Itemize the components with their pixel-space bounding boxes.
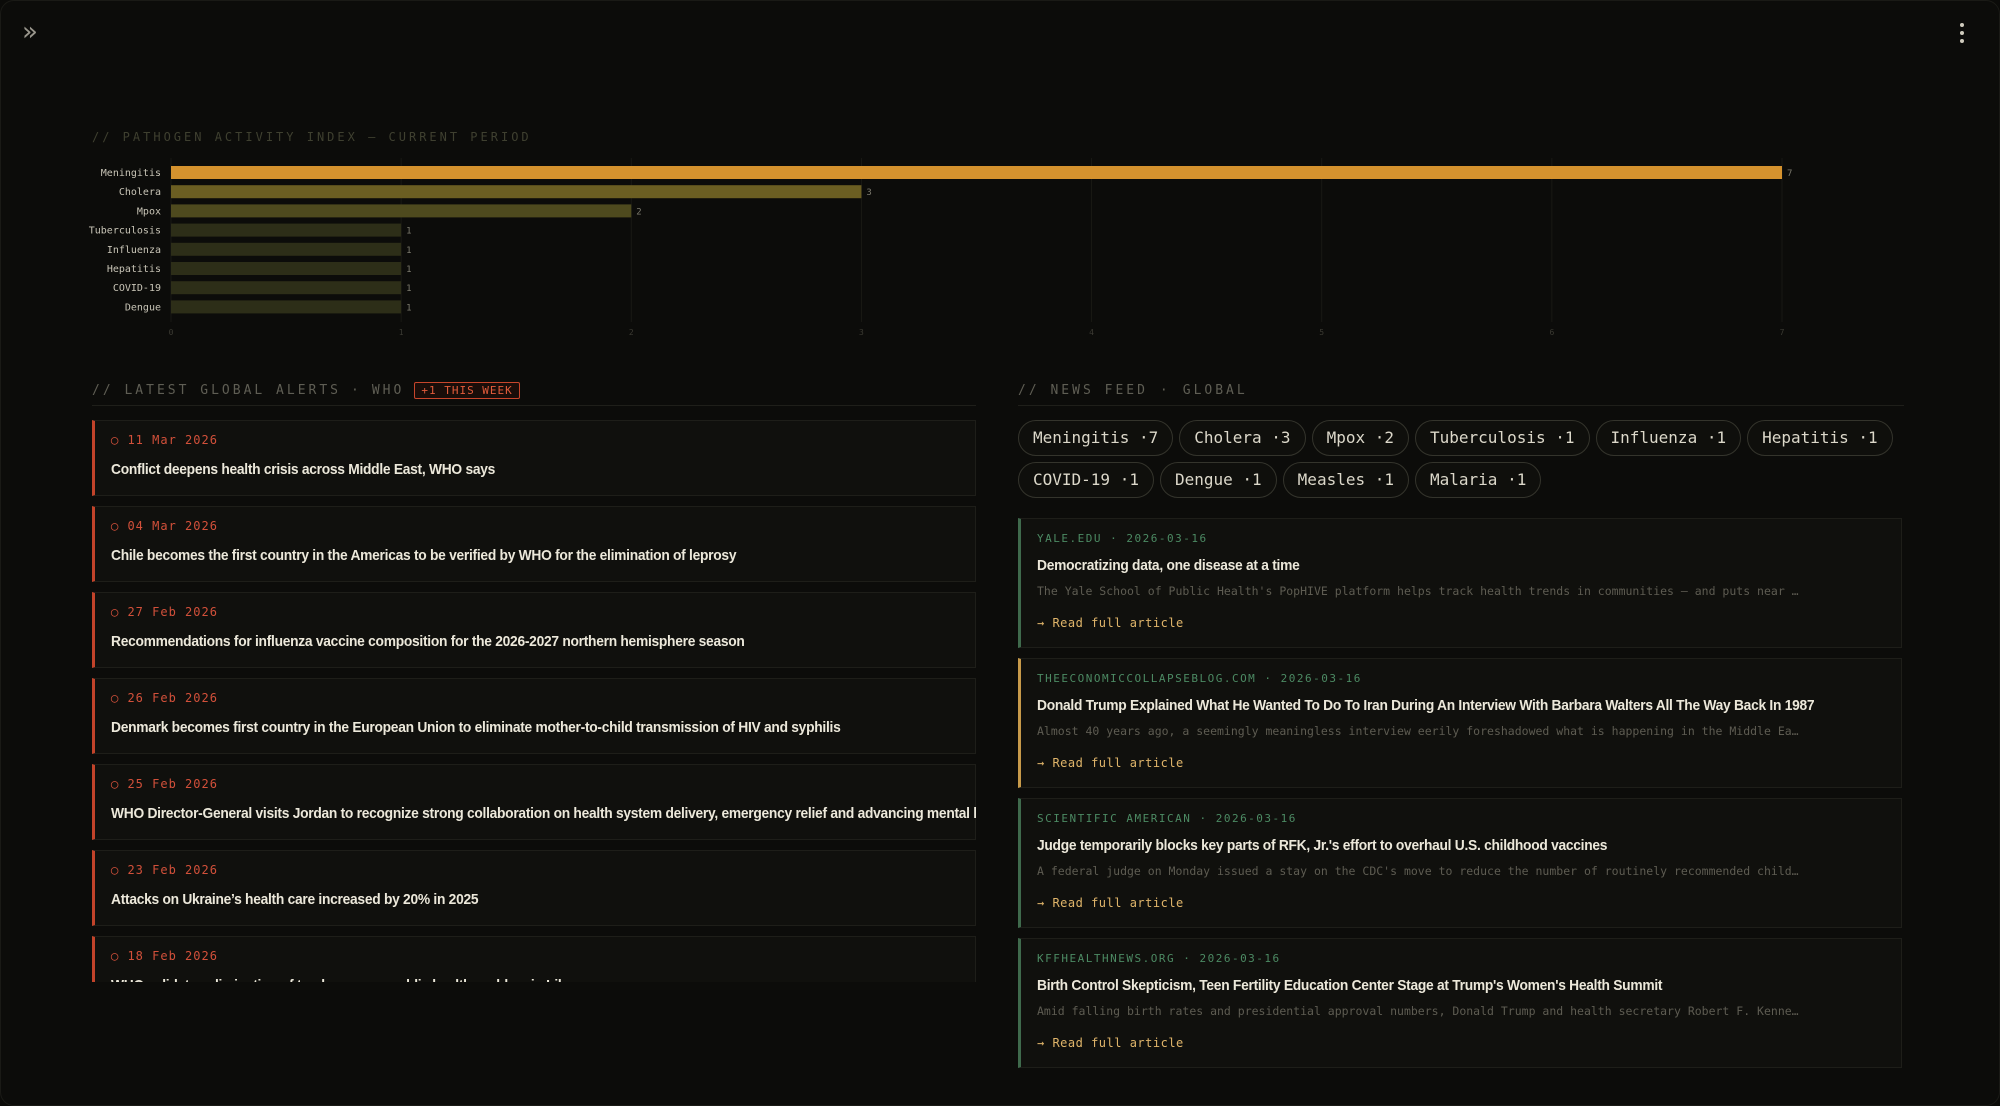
more-options-icon[interactable] — [1954, 18, 1970, 48]
alert-title[interactable]: Recommendations for influenza vaccine co… — [111, 633, 906, 650]
category-label: Hepatitis — [107, 264, 161, 275]
news-source-meta: YALE.EDU · 2026-03-16 — [1037, 532, 1208, 545]
new-alerts-badge: +1 THIS WEEK — [414, 382, 520, 399]
read-full-article-link[interactable]: → Read full article — [1037, 1036, 1184, 1050]
x-tick-label: 1 — [399, 328, 404, 337]
read-full-article-link[interactable]: → Read full article — [1037, 756, 1184, 770]
bar-value-label: 3 — [866, 188, 871, 198]
alert-title[interactable]: WHO Director-General visits Jordan to re… — [111, 805, 976, 822]
category-label: Dengue — [125, 302, 161, 313]
news-summary: A federal judge on Monday issued a stay … — [1037, 864, 1803, 878]
category-label: Tuberculosis — [89, 226, 161, 237]
bar — [171, 242, 402, 256]
news-separator: · — [1159, 383, 1171, 398]
category-label: Mpox — [137, 206, 161, 217]
x-tick-label: 3 — [859, 328, 864, 337]
x-tick-label: 6 — [1549, 328, 1554, 337]
category-label: Cholera — [119, 187, 161, 198]
alert-card[interactable]: ◯ 18 Feb 2026 WHO validates elimination o… — [92, 936, 976, 982]
news-source-meta: THEECONOMICCOLLAPSEBLOG.COM · 2026-03-16 — [1037, 672, 1362, 685]
news-source-meta: KFFHEALTHNEWS.ORG · 2026-03-16 — [1037, 952, 1281, 965]
news-headline[interactable]: Judge temporarily blocks key parts of RF… — [1037, 837, 1832, 854]
bar-value-label: 7 — [1787, 169, 1792, 179]
category-label: Influenza — [107, 245, 161, 256]
bar — [171, 281, 402, 295]
alerts-header: // LATEST GLOBAL ALERTS · WHO +1 THIS WE… — [92, 376, 976, 406]
alert-card[interactable]: ◯ 27 Feb 2026 Recommendations for influen… — [92, 592, 976, 668]
category-label: COVID-19 — [113, 283, 161, 294]
news-summary: Almost 40 years ago, a seemingly meaning… — [1037, 724, 1803, 738]
alert-date: ◯ 18 Feb 2026 — [111, 949, 218, 963]
alert-title[interactable]: Conflict deepens health crisis across Mi… — [111, 461, 906, 478]
pathogen-tag[interactable]: Hepatitis ·1 — [1747, 420, 1893, 456]
chart-section-title: // PATHOGEN ACTIVITY INDEX — CURRENT PER… — [92, 130, 532, 144]
news-header: // NEWS FEED · GLOBAL — [1018, 376, 1904, 406]
alert-title[interactable]: Attacks on Ukraine’s health care increas… — [111, 891, 906, 908]
alert-date: ◯ 26 Feb 2026 — [111, 691, 218, 705]
x-tick-label: 5 — [1319, 328, 1324, 337]
news-headline[interactable]: Donald Trump Explained What He Wanted To… — [1037, 697, 1832, 714]
news-headline[interactable]: Democratizing data, one disease at a tim… — [1037, 557, 1832, 574]
alert-card[interactable]: ◯ 23 Feb 2026 Attacks on Ukraine’s health… — [92, 850, 976, 926]
alert-date: ◯ 11 Mar 2026 — [111, 433, 218, 447]
pathogen-tag[interactable]: Dengue ·1 — [1159, 462, 1277, 498]
pathogen-tag[interactable]: Meningitis ·7 — [1018, 420, 1174, 456]
x-tick-label: 0 — [169, 328, 174, 337]
alert-date: ◯ 25 Feb 2026 — [111, 777, 218, 791]
x-tick-label: 4 — [1089, 328, 1094, 337]
pathogen-tag[interactable]: Malaria ·1 — [1415, 462, 1542, 498]
bar — [171, 204, 632, 218]
alert-title[interactable]: Denmark becomes first country in the Eur… — [111, 719, 906, 736]
bar-value-label: 1 — [406, 303, 411, 313]
news-card: SCIENTIFIC AMERICAN · 2026-03-16 Judge te… — [1018, 798, 1902, 928]
alert-card[interactable]: ◯ 04 Mar 2026 Chile becomes the first cou… — [92, 506, 976, 582]
expand-sidebar-icon[interactable]: » — [22, 18, 50, 46]
bar — [171, 300, 402, 314]
alert-card[interactable]: ◯ 26 Feb 2026 Denmark becomes first count… — [92, 678, 976, 754]
alerts-separator: · — [351, 383, 362, 398]
news-card: KFFHEALTHNEWS.ORG · 2026-03-16 Birth Cont… — [1018, 938, 1902, 1068]
read-full-article-link[interactable]: → Read full article — [1037, 896, 1184, 910]
alerts-list[interactable]: ◯ 11 Mar 2026 Conflict deepens health cri… — [92, 420, 976, 982]
bar-value-label: 1 — [406, 284, 411, 294]
alert-date: ◯ 04 Mar 2026 — [111, 519, 218, 533]
pathogen-filter-tags: Meningitis ·7 Cholera ·3 Mpox ·2 Tuberculos… — [1018, 420, 1908, 498]
pathogen-activity-chart: 0 1 2 3 4 5 6 7 Meningitis 7 Cholera 3 Mpox 2 Tubercul… — [89, 158, 1792, 337]
read-full-article-link[interactable]: → Read full article — [1037, 616, 1184, 630]
x-tick-label: 2 — [629, 328, 634, 337]
alerts-source: WHO — [371, 383, 405, 398]
bar — [171, 185, 862, 199]
news-headline[interactable]: Birth Control Skepticism, Teen Fertility… — [1037, 977, 1832, 994]
x-tick-label: 7 — [1780, 328, 1785, 337]
news-title: // NEWS FEED — [1018, 383, 1148, 398]
bar-value-label: 1 — [406, 265, 411, 275]
alert-card[interactable]: ◯ 11 Mar 2026 Conflict deepens health cri… — [92, 420, 976, 496]
alert-date: ◯ 27 Feb 2026 — [111, 605, 218, 619]
alert-title[interactable]: Chile becomes the first country in the A… — [111, 547, 906, 564]
bar — [171, 166, 1782, 179]
alert-title[interactable]: WHO validates elimination of trachoma as… — [111, 977, 906, 982]
alert-date: ◯ 23 Feb 2026 — [111, 863, 218, 877]
pathogen-tag[interactable]: Cholera ·3 — [1179, 420, 1306, 456]
bar — [171, 223, 402, 237]
news-source-meta: SCIENTIFIC AMERICAN · 2026-03-16 — [1037, 812, 1297, 825]
alerts-title: // LATEST GLOBAL ALERTS — [92, 383, 342, 398]
category-label: Meningitis — [101, 168, 161, 179]
news-summary: Amid falling birth rates and presidentia… — [1037, 1004, 1803, 1018]
news-card: THEECONOMICCOLLAPSEBLOG.COM · 2026-03-16… — [1018, 658, 1902, 788]
alert-card[interactable]: ◯ 25 Feb 2026 WHO Director-General visits… — [92, 764, 976, 840]
news-list: YALE.EDU · 2026-03-16 Democratizing data,… — [1018, 518, 1902, 1078]
pathogen-tag[interactable]: COVID-19 ·1 — [1018, 462, 1154, 498]
pathogen-tag[interactable]: Influenza ·1 — [1595, 420, 1742, 456]
pathogen-tag[interactable]: Mpox ·2 — [1311, 420, 1409, 456]
news-summary: The Yale School of Public Health's PopHI… — [1037, 584, 1803, 598]
pathogen-tag[interactable]: Measles ·1 — [1282, 462, 1409, 498]
news-card: YALE.EDU · 2026-03-16 Democratizing data,… — [1018, 518, 1902, 648]
pathogen-tag[interactable]: Tuberculosis ·1 — [1415, 420, 1590, 456]
bar-value-label: 1 — [406, 246, 411, 256]
bar-value-label: 2 — [636, 207, 641, 217]
bar-value-label: 1 — [406, 227, 411, 237]
bar — [171, 262, 402, 275]
news-scope: GLOBAL — [1182, 383, 1248, 398]
